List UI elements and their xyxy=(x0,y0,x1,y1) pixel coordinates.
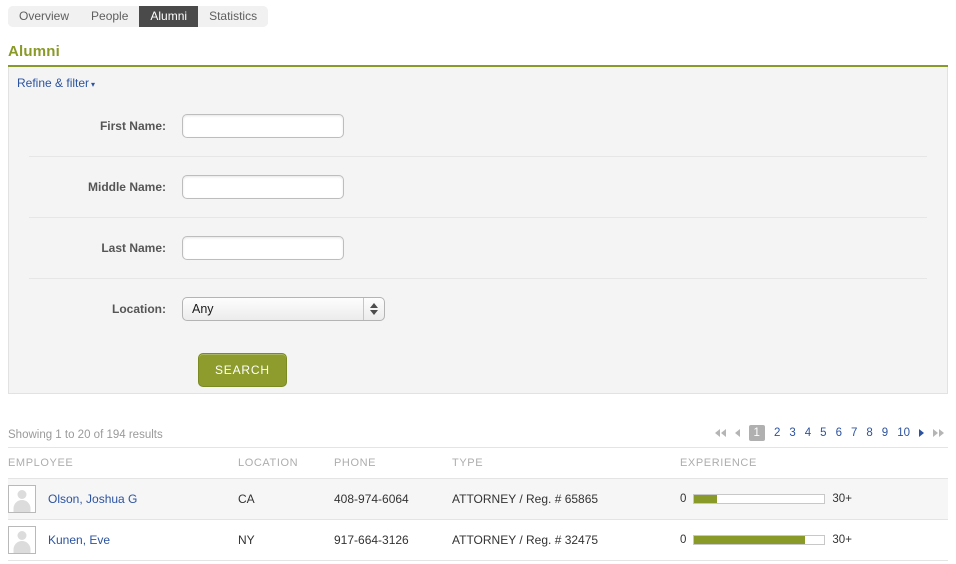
first-name-row: First Name: xyxy=(29,96,927,157)
experience-min-label: 0 xyxy=(680,493,687,505)
table-row[interactable]: Olson, Joshua G CA 408-974-6064 ATTORNEY… xyxy=(8,478,948,520)
select-stepper-icon xyxy=(363,298,384,320)
experience-max-label: 30+ xyxy=(832,493,852,505)
pagination-page-4[interactable]: 4 xyxy=(805,426,811,440)
location-select-value: Any xyxy=(192,302,214,316)
employee-cell: Olson, Joshua G xyxy=(8,478,238,520)
pagination-page-2[interactable]: 2 xyxy=(774,426,780,440)
pagination-last[interactable] xyxy=(933,429,944,437)
last-name-row: Last Name: xyxy=(29,218,927,279)
location-label: Location: xyxy=(112,302,166,316)
experience-bar xyxy=(693,494,826,504)
pagination-page-1[interactable]: 1 xyxy=(748,425,765,441)
pagination-page-8[interactable]: 8 xyxy=(866,426,872,440)
table-row[interactable]: Kunen, Eve NY 917-664-3126 ATTORNEY / Re… xyxy=(8,519,948,561)
page-title: Alumni xyxy=(8,43,61,60)
middle-name-label: Middle Name: xyxy=(87,180,166,194)
column-header-phone[interactable]: PHONE xyxy=(334,447,452,479)
phone-cell: 408-974-6064 xyxy=(334,478,452,520)
search-button[interactable]: SEARCH xyxy=(198,353,287,387)
column-header-type[interactable]: TYPE xyxy=(452,447,680,479)
location-cell: NY xyxy=(238,519,334,561)
avatar-icon xyxy=(8,526,36,554)
experience-cell: 0 30+ xyxy=(680,519,948,561)
column-header-experience[interactable]: EXPERIENCE xyxy=(680,447,948,479)
pagination-page-7[interactable]: 7 xyxy=(851,426,857,440)
employee-cell: Kunen, Eve xyxy=(8,519,238,561)
tab-people[interactable]: People xyxy=(80,6,140,27)
pagination-prev[interactable] xyxy=(734,429,740,437)
last-name-label: Last Name: xyxy=(101,241,166,255)
location-cell: CA xyxy=(238,478,334,520)
pagination-next[interactable] xyxy=(919,429,924,437)
tab-overview[interactable]: Overview xyxy=(8,6,81,27)
filter-form: First Name: Middle Name: Last Name: Loca… xyxy=(9,96,947,387)
experience-cell: 0 30+ xyxy=(680,478,948,520)
middle-name-row: Middle Name: xyxy=(29,157,927,218)
experience-bar xyxy=(693,535,826,545)
column-header-employee[interactable]: EMPLOYEE xyxy=(8,447,238,479)
results-section: Showing 1 to 20 of 194 results 1 2 3 4 5… xyxy=(8,394,948,561)
pagination-page-9[interactable]: 9 xyxy=(882,426,888,440)
pagination: 1 2 3 4 5 6 7 8 9 10 xyxy=(714,425,948,441)
column-header-location[interactable]: LOCATION xyxy=(238,447,334,479)
refine-filter-label: Refine & filter xyxy=(17,76,90,90)
experience-max-label: 30+ xyxy=(832,534,852,546)
location-row: Location: Any xyxy=(29,279,927,339)
location-select[interactable]: Any xyxy=(182,297,385,321)
employee-name-link[interactable]: Olson, Joshua G xyxy=(48,492,137,506)
phone-cell: 917-664-3126 xyxy=(334,519,452,561)
first-name-input[interactable] xyxy=(182,114,344,138)
pagination-page-10[interactable]: 10 xyxy=(897,426,910,440)
pagination-first[interactable] xyxy=(714,429,726,437)
refine-filter-panel: Refine & filter ▾ First Name: Middle Name… xyxy=(8,67,948,394)
search-row: SEARCH xyxy=(29,339,927,387)
refine-filter-toggle[interactable]: Refine & filter ▾ xyxy=(9,67,95,90)
table-header-row: EMPLOYEE LOCATION PHONE TYPE EXPERIENCE xyxy=(8,447,948,479)
pagination-page-5[interactable]: 5 xyxy=(820,426,826,440)
middle-name-input[interactable] xyxy=(182,175,344,199)
results-table: EMPLOYEE LOCATION PHONE TYPE EXPERIENCE … xyxy=(8,447,948,561)
experience-min-label: 0 xyxy=(680,534,687,546)
results-count: Showing 1 to 20 of 194 results xyxy=(8,429,163,441)
type-cell: ATTORNEY / Reg. # 32475 xyxy=(452,519,680,561)
first-name-label: First Name: xyxy=(99,119,166,133)
pagination-page-3[interactable]: 3 xyxy=(789,426,795,440)
last-name-input[interactable] xyxy=(182,236,344,260)
pagination-page-6[interactable]: 6 xyxy=(836,426,842,440)
tab-alumni[interactable]: Alumni xyxy=(139,6,199,27)
chevron-down-icon: ▾ xyxy=(91,80,96,89)
tab-statistics[interactable]: Statistics xyxy=(198,6,269,27)
experience-bar-fill xyxy=(694,495,717,503)
avatar-icon xyxy=(8,485,36,513)
type-cell: ATTORNEY / Reg. # 65865 xyxy=(452,478,680,520)
results-header: Showing 1 to 20 of 194 results 1 2 3 4 5… xyxy=(8,394,948,447)
main-tabs: Overview People Alumni Statistics xyxy=(8,6,269,27)
experience-bar-fill xyxy=(694,536,805,544)
employee-name-link[interactable]: Kunen, Eve xyxy=(48,533,110,547)
